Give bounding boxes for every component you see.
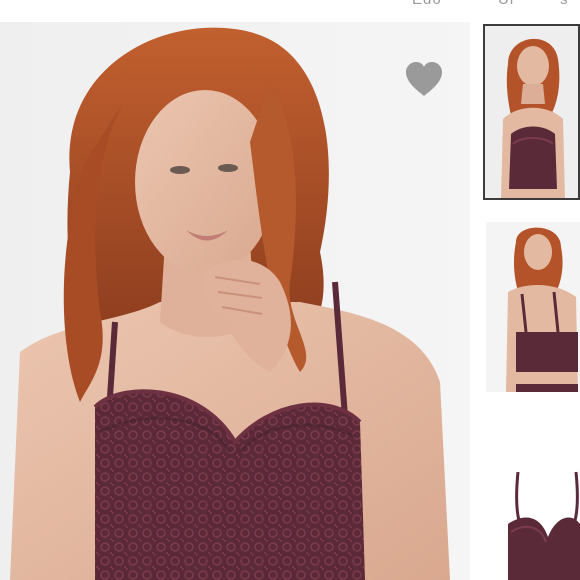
thumbnail-back-photo	[486, 222, 580, 392]
thumbnail-front-view[interactable]	[483, 24, 580, 200]
top-bar-cropped: Ed6 Ui s	[0, 0, 580, 18]
main-product-image[interactable]	[0, 22, 470, 580]
thumbnail-front-photo	[483, 24, 580, 200]
wishlist-heart-button[interactable]	[404, 60, 444, 100]
top-text-2: Ui	[498, 0, 514, 8]
thumbnail-back-view[interactable]	[486, 222, 580, 392]
thumbnail-product-flat-view[interactable]	[486, 432, 580, 580]
top-text-1: Ed6	[412, 0, 442, 8]
top-text-3: s	[560, 0, 569, 8]
thumbnail-product-photo	[486, 432, 580, 580]
heart-icon	[406, 62, 442, 96]
main-product-photo	[0, 22, 470, 580]
